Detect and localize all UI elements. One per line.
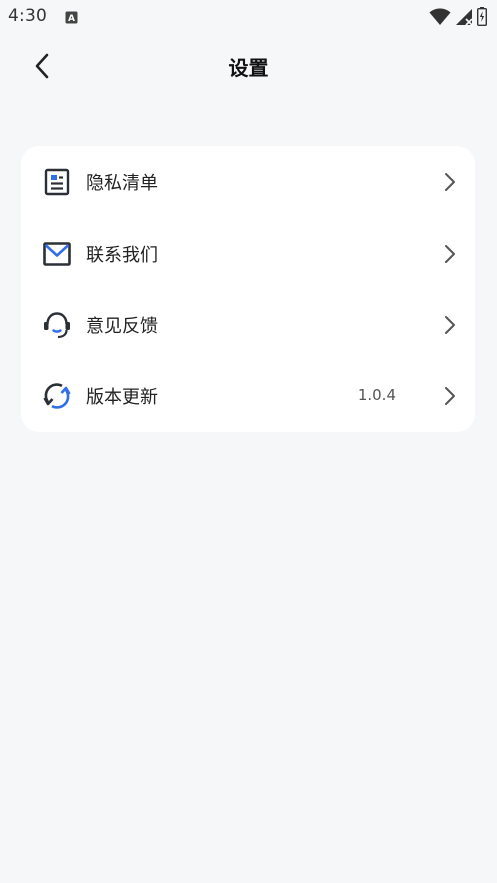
status-bar: 4:30 A <box>0 0 497 34</box>
battery-charging-icon <box>476 7 488 30</box>
wifi-icon <box>429 8 451 30</box>
chevron-right-icon <box>445 245 455 263</box>
status-time: 4:30 <box>8 6 47 26</box>
chevron-right-icon <box>445 387 455 405</box>
page-title: 设置 <box>228 56 269 80</box>
chevron-right-icon <box>445 316 455 334</box>
settings-item-label: 意见反馈 <box>86 316 158 337</box>
settings-item-label: 版本更新 <box>86 387 158 408</box>
settings-item-label: 联系我们 <box>86 245 158 266</box>
nav-bar: 设置 <box>0 40 497 92</box>
settings-item-label: 隐私清单 <box>86 173 158 194</box>
settings-item-feedback[interactable]: 意见反馈 <box>21 289 475 361</box>
a-text-icon: A <box>65 9 78 24</box>
settings-item-version-update[interactable]: 版本更新 1.0.4 <box>21 360 475 432</box>
svg-text:A: A <box>68 14 75 24</box>
status-icons <box>429 7 488 30</box>
headset-icon <box>41 309 73 341</box>
version-value: 1.0.4 <box>357 386 396 404</box>
signal-icon <box>455 8 473 30</box>
chevron-right-icon <box>445 173 455 191</box>
settings-item-privacy-list[interactable]: 隐私清单 <box>21 146 475 218</box>
settings-item-contact-us[interactable]: 联系我们 <box>21 218 475 290</box>
refresh-icon <box>41 380 73 412</box>
mail-icon <box>41 238 73 270</box>
document-list-icon <box>41 166 73 198</box>
settings-card: 隐私清单 联系我们 意见反馈 版本更新 1.0.4 <box>21 146 475 432</box>
